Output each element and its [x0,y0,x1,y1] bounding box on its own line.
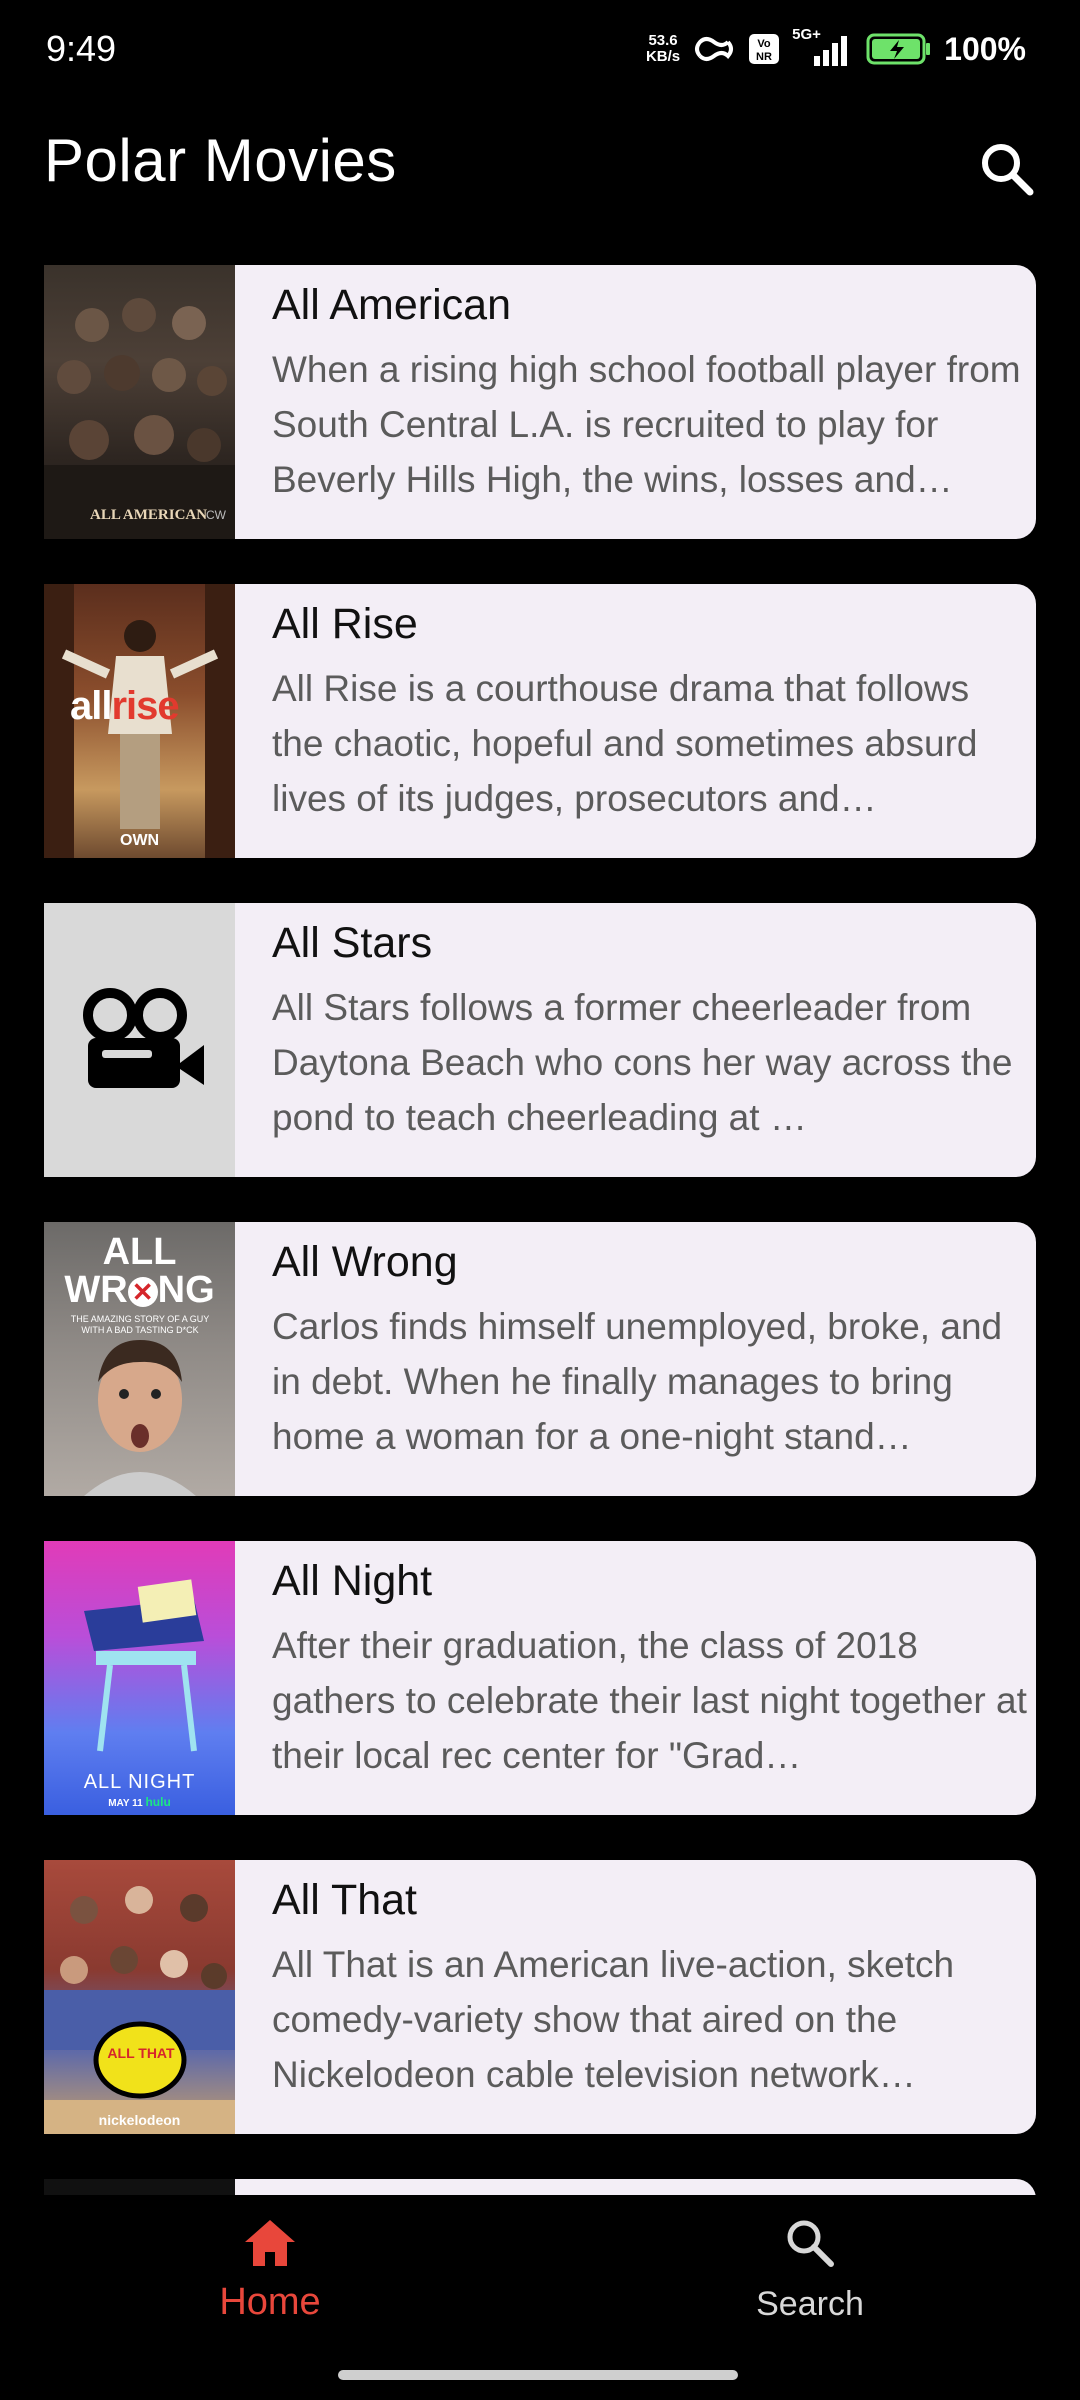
app-title: Polar Movies [44,127,397,194]
poster-title-rise: rise [111,684,179,728]
movie-poster: ALL AMERICAN CW [44,265,235,539]
movie-description: Carlos finds himself unemployed, broke, … [272,1306,1003,1457]
movie-description: After their graduation, the class of 201… [272,1625,1027,1776]
signal-strength: 5G+ [792,26,854,68]
network-speed-value: 53.6 [648,32,678,49]
status-time: 9:49 [46,28,117,69]
movie-poster: ALL WR ✕ NG THE AMAZING STORY OF A GUY WIT… [44,1222,235,1496]
poster-network: OWN [120,832,160,849]
hotspot-icon [695,37,734,61]
poster-date: MAY 11 hulu [44,1795,235,1809]
poster-date-text: MAY 11 [108,1798,143,1809]
network-speed-unit: KB/s [645,48,681,65]
status-icons: 53.6 KB/s Vo NR 5G+ 100% [646,26,1026,68]
movie-title: All That [272,1876,417,1924]
poster-network: hulu [145,1795,171,1809]
movie-card[interactable]: allrise OWN All Rise All Rise is a court… [44,584,1036,858]
search-icon [787,2220,834,2267]
movie-poster: allrise OWN [44,584,235,858]
nav-search-tab[interactable]: Search [680,2216,940,2324]
poster-title: ALL NIGHT [83,1771,196,1793]
poster-title: allrise [70,684,180,729]
movie-card-partial[interactable] [44,2179,1036,2195]
volte-icon: Vo NR [749,34,780,64]
poster-image [44,298,235,539]
movie-camera-icon [83,988,204,1088]
movie-title: All Wrong [272,1238,458,1286]
movie-title: All Stars [272,919,433,967]
poster-image [44,1886,235,2134]
movie-poster [44,2179,235,2195]
signal-icon [814,36,848,66]
movie-poster: ALL THAT nickelodeon [44,1860,235,2134]
network-speed: 53.6 KB/s [646,33,680,65]
movie-card[interactable]: All Stars All Stars follows a former che… [44,903,1036,1177]
poster-title-all: all [70,684,112,728]
poster-image [84,1340,196,1496]
movie-poster: ALL NIGHT MAY 11 hulu [44,1541,235,1815]
home-icon [245,2220,295,2266]
svg-text:Vo: Vo [758,38,772,50]
movie-poster [44,903,235,1177]
movie-card[interactable]: ALL WR ✕ NG THE AMAZING STORY OF A GUY WIT… [44,1222,1036,1496]
movie-card[interactable]: ALL AMERICAN CW All American When a risi… [44,265,1036,539]
poster-title: ALL THAT [107,2045,175,2061]
search-icon [982,144,1034,196]
movie-description: All Stars follows a former cheerleader f… [272,987,1013,1138]
header-search-button[interactable] [978,140,1036,198]
movie-title: All American [272,281,511,329]
movie-description: When a rising high school football playe… [272,349,1021,500]
movie-title: All Rise [272,600,418,648]
movie-title: All Night [272,1557,433,1605]
nav-search-label: Search [756,2285,864,2323]
movie-list[interactable]: ALL AMERICAN CW All American When a risi… [44,265,1036,2195]
svg-text:NR: NR [756,51,772,63]
battery-icon [866,33,931,65]
poster-title: ALL AMERICAN [90,507,208,523]
gesture-bar[interactable] [338,2370,738,2380]
poster-network: CW [206,508,226,522]
status-bar: 9:49 53.6 KB/s Vo NR 5G+ 100% [0,0,1080,100]
poster-network: nickelodeon [98,2112,181,2128]
movie-card[interactable]: ALL NIGHT MAY 11 hulu All Night After th… [44,1541,1036,1815]
movie-description: All Rise is a courthouse drama that foll… [272,668,978,819]
nav-home-tab[interactable]: Home [140,2216,400,2324]
battery-percentage: 100% [944,30,1026,67]
nav-home-label: Home [219,2281,321,2323]
movie-card[interactable]: ALL THAT nickelodeon All That All That i… [44,1860,1036,2134]
movie-description: All That is an American live-action, ske… [272,1944,955,2095]
